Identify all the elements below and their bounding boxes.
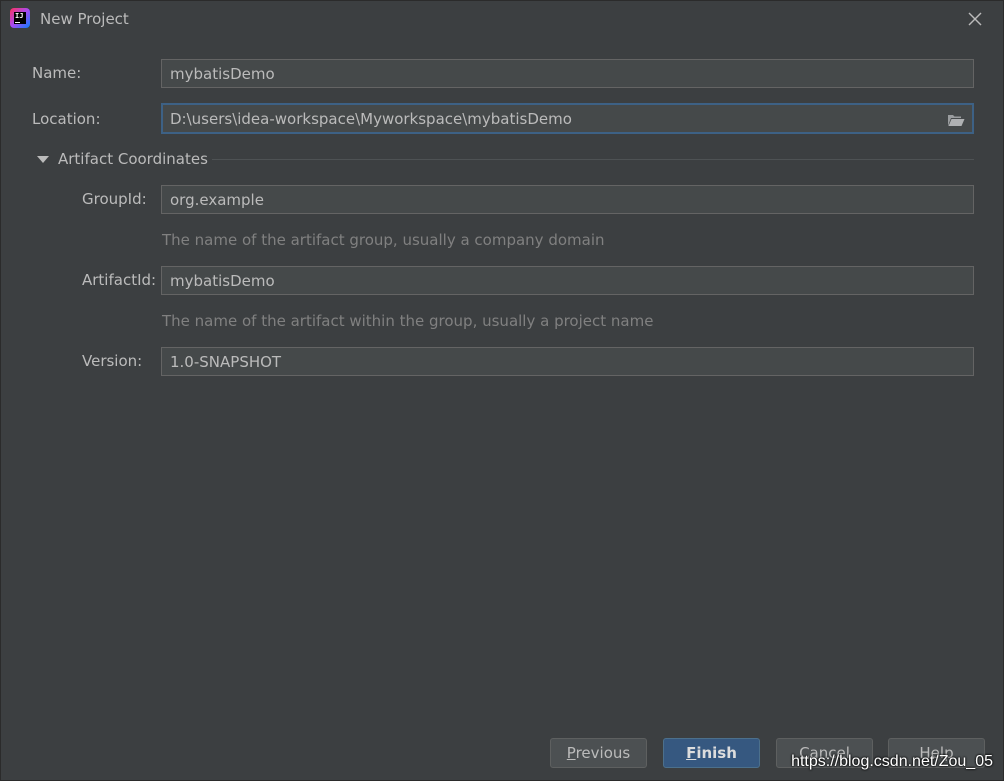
groupid-input[interactable] <box>161 185 974 214</box>
groupid-label: GroupId: <box>82 190 147 208</box>
intellij-idea-icon: IJ <box>10 8 30 28</box>
artifact-coordinates-toggle[interactable]: Artifact Coordinates <box>37 149 208 169</box>
finish-mnemonic: F <box>686 744 697 762</box>
name-input[interactable] <box>161 59 974 88</box>
finish-button[interactable]: Finish <box>663 738 760 768</box>
section-title: Artifact Coordinates <box>58 150 208 168</box>
version-input[interactable] <box>161 347 974 376</box>
new-project-dialog: IJ New Project Name: Location: Artifact … <box>0 0 1004 781</box>
close-icon[interactable] <box>965 9 985 29</box>
location-input[interactable] <box>161 103 974 134</box>
previous-label: revious <box>575 744 631 762</box>
version-label: Version: <box>82 352 143 370</box>
triangle-down-icon <box>37 155 49 163</box>
artifactid-input[interactable] <box>161 266 974 295</box>
artifactid-hint: The name of the artifact within the grou… <box>162 312 654 330</box>
location-label: Location: <box>32 110 101 128</box>
window-title: New Project <box>40 10 129 28</box>
previous-button[interactable]: Previous <box>550 738 647 768</box>
folder-open-icon[interactable] <box>947 112 965 126</box>
watermark: https://blog.csdn.net/Zou_05 <box>791 753 993 770</box>
title-bar: IJ New Project <box>1 1 1003 37</box>
name-label: Name: <box>32 64 82 82</box>
section-divider <box>212 159 974 160</box>
groupid-hint: The name of the artifact group, usually … <box>162 231 605 249</box>
finish-label: inish <box>696 744 737 762</box>
previous-mnemonic: P <box>566 744 576 762</box>
artifactid-label: ArtifactId: <box>82 271 157 289</box>
